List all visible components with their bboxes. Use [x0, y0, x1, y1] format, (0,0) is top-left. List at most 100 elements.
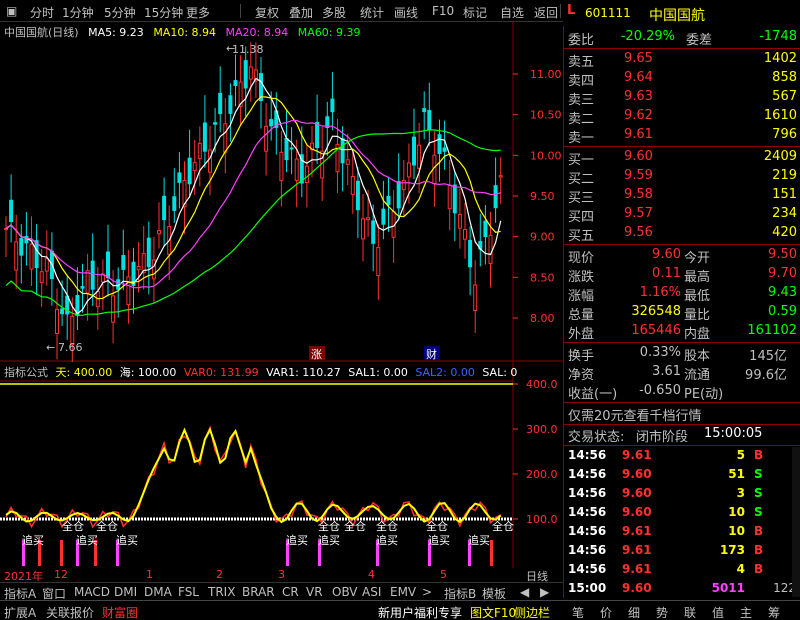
- panel-view-button[interactable]: 主: [740, 604, 752, 620]
- status-tab[interactable]: 扩展A: [4, 604, 36, 620]
- indicator-tab[interactable]: MACD: [74, 585, 110, 599]
- ask-level[interactable]: 卖五 9.65 1402: [564, 50, 800, 70]
- quote-stat[interactable]: 涨幅 1.16% 最低 9.43: [564, 284, 800, 304]
- candle-body: [350, 176, 355, 195]
- bid-level[interactable]: 买一 9.60 2409: [564, 148, 800, 168]
- stock-name[interactable]: 中国国航: [649, 5, 705, 25]
- bid-volume: 420: [772, 225, 797, 240]
- toolbar-item[interactable]: 画线: [394, 4, 418, 21]
- order-ratio[interactable]: 委比 -20.29% 委差 -1748: [564, 28, 800, 48]
- bid-level[interactable]: 买二 9.59 219: [564, 167, 800, 187]
- toolbar-item[interactable]: F10: [432, 4, 454, 18]
- tick-scrollbar[interactable]: [792, 447, 800, 597]
- buy-signal-label: 追买: [286, 533, 308, 547]
- stock-code[interactable]: 601111: [585, 6, 631, 20]
- ask-level[interactable]: 卖一 9.61 796: [564, 126, 800, 146]
- indicator-tab[interactable]: VR: [306, 585, 323, 599]
- candle-body: [192, 162, 197, 171]
- status-tab[interactable]: 财富圈: [102, 604, 138, 620]
- ask-level[interactable]: 卖四 9.64 858: [564, 69, 800, 89]
- tick-volume: 173: [719, 543, 745, 557]
- indicator-tab[interactable]: EMV: [390, 585, 416, 599]
- panel-view-button[interactable]: 值: [712, 604, 724, 620]
- quote-stat-label: 涨幅: [568, 289, 595, 304]
- bid-level[interactable]: 买四 9.57 234: [564, 205, 800, 225]
- chart-title: 中国国航(日线): [4, 26, 79, 39]
- toolbar-item[interactable]: 复权: [255, 4, 279, 21]
- indicator-tab[interactable]: ASI: [362, 585, 381, 599]
- indicator-tab[interactable]: DMI: [114, 585, 137, 599]
- limit-up-text: 涨: [311, 348, 322, 361]
- panel-view-button[interactable]: 联: [684, 604, 696, 620]
- tick-row: 14:56 9.61 10 B: [564, 523, 800, 541]
- toolbar-item[interactable]: 统计: [360, 4, 384, 21]
- indicator-axis-label: 200.0: [526, 468, 558, 481]
- toolbar-item[interactable]: 15分钟: [144, 4, 183, 21]
- fundamental-stat-value: 0.33%: [639, 345, 681, 360]
- indicator-axis-label: 100.0: [526, 513, 558, 526]
- scroll-right-icon[interactable]: ▶: [540, 585, 549, 599]
- toolbar-item[interactable]: 分时: [30, 4, 54, 21]
- fundamental-stat[interactable]: 换手 0.33% 股本 145亿: [564, 344, 800, 364]
- status-tab[interactable]: 关联报价: [46, 604, 94, 620]
- quote-stat[interactable]: 外盘 165446 内盘 161102: [564, 322, 800, 342]
- toolbar-item[interactable]: 更多: [186, 4, 210, 21]
- fundamental-stat[interactable]: 净资 3.61 流通 99.6亿: [564, 363, 800, 383]
- high-arrow-icon: ←: [226, 42, 235, 55]
- panel-view-button[interactable]: 价: [600, 604, 612, 620]
- buy-signal-label: 追买: [376, 533, 398, 547]
- status-mid-button[interactable]: 图文F10: [470, 604, 516, 620]
- toolbar-item[interactable]: 5分钟: [104, 4, 136, 21]
- price-label: 9.00: [530, 231, 555, 244]
- full-position-label: 全仓: [62, 519, 84, 533]
- indicator-tab[interactable]: DMA: [144, 585, 172, 599]
- indicator-tab[interactable]: CR: [282, 585, 299, 599]
- bid-level[interactable]: 买五 9.56 420: [564, 224, 800, 244]
- ma5-value: MA5: 9.23: [88, 26, 144, 39]
- indicator-tab[interactable]: >: [422, 585, 432, 599]
- quote-stat[interactable]: 涨跌 0.11 最高 9.70: [564, 265, 800, 285]
- trade-status-label: 交易状态:: [568, 430, 625, 445]
- fundamental-stat-value: 3.61: [652, 364, 681, 379]
- panel-view-button[interactable]: 势: [656, 604, 668, 620]
- indicator-tab[interactable]: BRAR: [242, 585, 275, 599]
- time-axis-label: 2: [216, 568, 223, 581]
- main-legend: 中国国航(日线) MA5: 9.23 MA10: 8.94 MA20: 8.94…: [4, 24, 366, 40]
- scroll-left-icon[interactable]: ◀: [520, 585, 529, 599]
- toolbar-item[interactable]: 多股: [322, 4, 346, 21]
- indicator-tab[interactable]: TRIX: [208, 585, 235, 599]
- fundamental-stat[interactable]: 收益(一) -0.650 PE(动): [564, 382, 800, 402]
- toolbar-item[interactable]: 叠加: [289, 4, 313, 21]
- kline-chart[interactable]: 11.0010.5010.009.509.008.508.0011.38←7.6…: [0, 22, 563, 362]
- panel-view-button[interactable]: 细: [628, 604, 640, 620]
- indicator-name[interactable]: 指标公式: [4, 366, 48, 379]
- panel-view-button[interactable]: 筹: [768, 604, 780, 620]
- status-mid-button[interactable]: 侧边栏: [514, 604, 550, 620]
- candle-body: [85, 270, 90, 294]
- indicator-tab[interactable]: OBV: [332, 585, 358, 599]
- tick-price: 9.61: [622, 562, 652, 576]
- indicator-chart[interactable]: 400.0300.0200.0100.0追买 追买 追买 追买 追买 追买 追买 追买全仓 全仓…: [0, 362, 563, 568]
- quote-stat-label: 涨跌: [568, 270, 595, 285]
- ask-level[interactable]: 卖二 9.62 1610: [564, 107, 800, 127]
- panel-view-button[interactable]: 笔: [572, 604, 584, 620]
- quote-stat-value2: 9.43: [768, 285, 797, 300]
- promo-banner[interactable]: 仅需20元查看千档行情: [564, 404, 800, 424]
- candle-body: [218, 92, 223, 115]
- candle-body: [386, 195, 391, 206]
- toolbar-item[interactable]: 1分钟: [62, 4, 94, 21]
- menu-icon[interactable]: ▣: [6, 4, 17, 18]
- indicator-tab[interactable]: FSL: [178, 585, 199, 599]
- ask-level[interactable]: 卖三 9.63 567: [564, 88, 800, 108]
- bid-level[interactable]: 买三 9.58 151: [564, 186, 800, 206]
- bid-volume: 219: [772, 168, 797, 183]
- status-promo[interactable]: 新用户福利专享: [378, 604, 462, 620]
- candle-body: [269, 119, 274, 127]
- toolbar-item[interactable]: 返回: [534, 4, 558, 21]
- ask-volume: 567: [772, 89, 797, 104]
- toolbar-item[interactable]: 标记: [463, 4, 487, 21]
- quote-stat[interactable]: 现价 9.60 今开 9.50: [564, 246, 800, 266]
- quote-stat[interactable]: 总量 326548 量比 0.59: [564, 303, 800, 323]
- toolbar-item[interactable]: 自选: [500, 4, 524, 21]
- tick-time: 14:56: [568, 562, 607, 576]
